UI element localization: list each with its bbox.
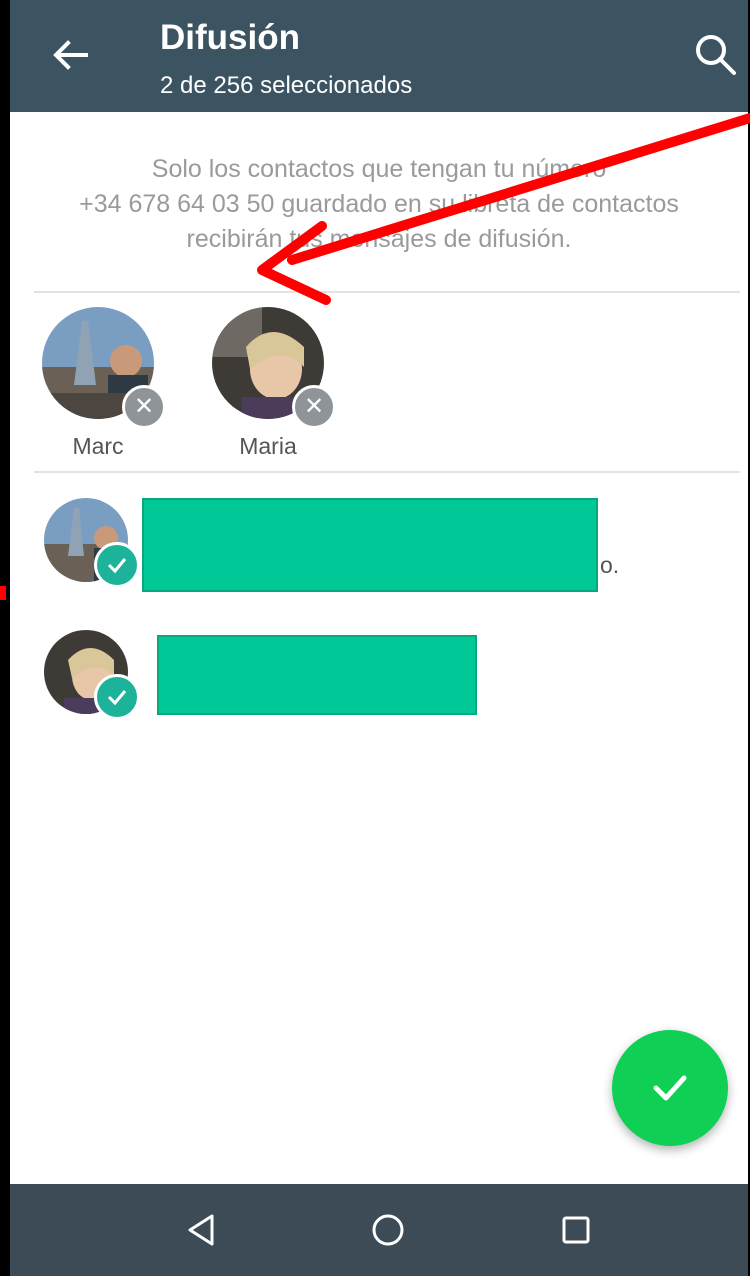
annotation-mark <box>0 586 6 600</box>
annotation-arrow <box>257 113 750 305</box>
